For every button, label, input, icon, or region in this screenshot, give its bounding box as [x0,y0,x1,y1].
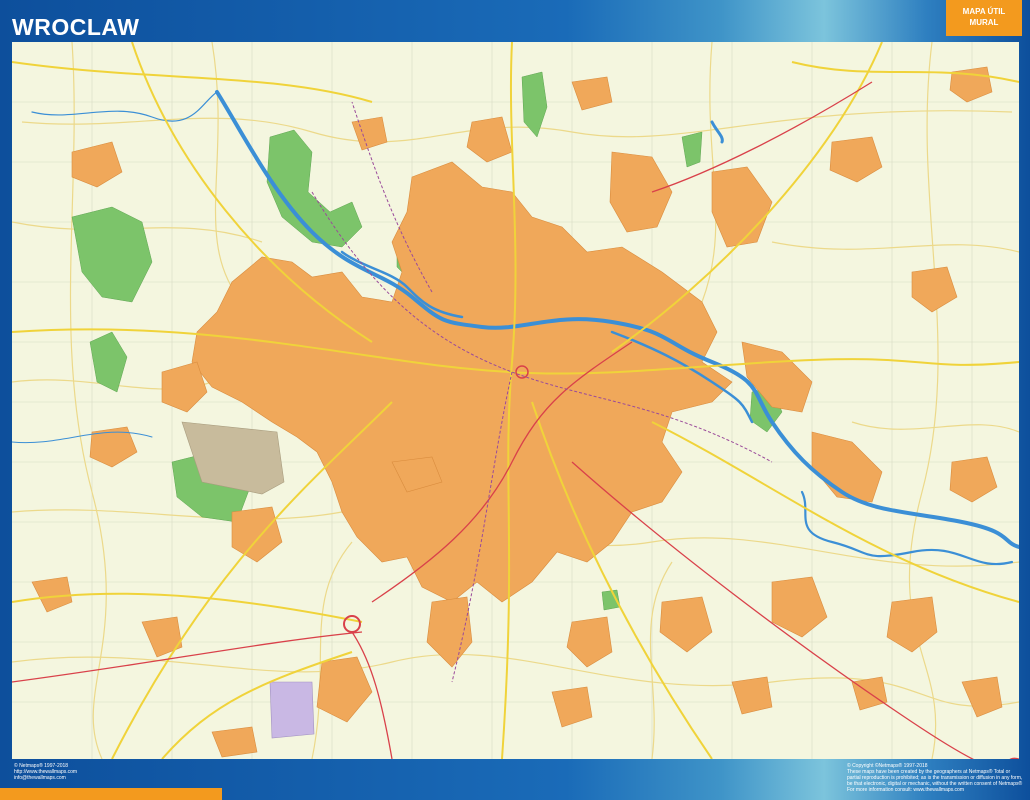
map-title: WROCLAW [12,14,140,40]
mapa-util-badge[interactable]: MAPA ÚTIL MURAL [946,0,1022,36]
footer-right-line-2: These maps have been created by the geog… [847,769,1023,787]
city-map[interactable] [12,42,1019,759]
footer-left-line-3[interactable]: info@thewallmaps.com [14,775,77,781]
footer-right-copyright: © Copyright ©Netmaps® 1997-2018 These ma… [847,763,1025,793]
footer-right-line-3[interactable]: For more information consult: www.thewal… [847,787,1025,793]
footer-left-credits: © Netmaps® 1997-2018 http://www.thewallm… [14,763,77,781]
map-canvas [12,42,1019,759]
badge-line-2: MURAL [969,18,999,27]
industrial-area [269,681,315,739]
badge-line-1: MAPA ÚTIL [962,7,1006,16]
footer-orange-bar [0,788,222,800]
